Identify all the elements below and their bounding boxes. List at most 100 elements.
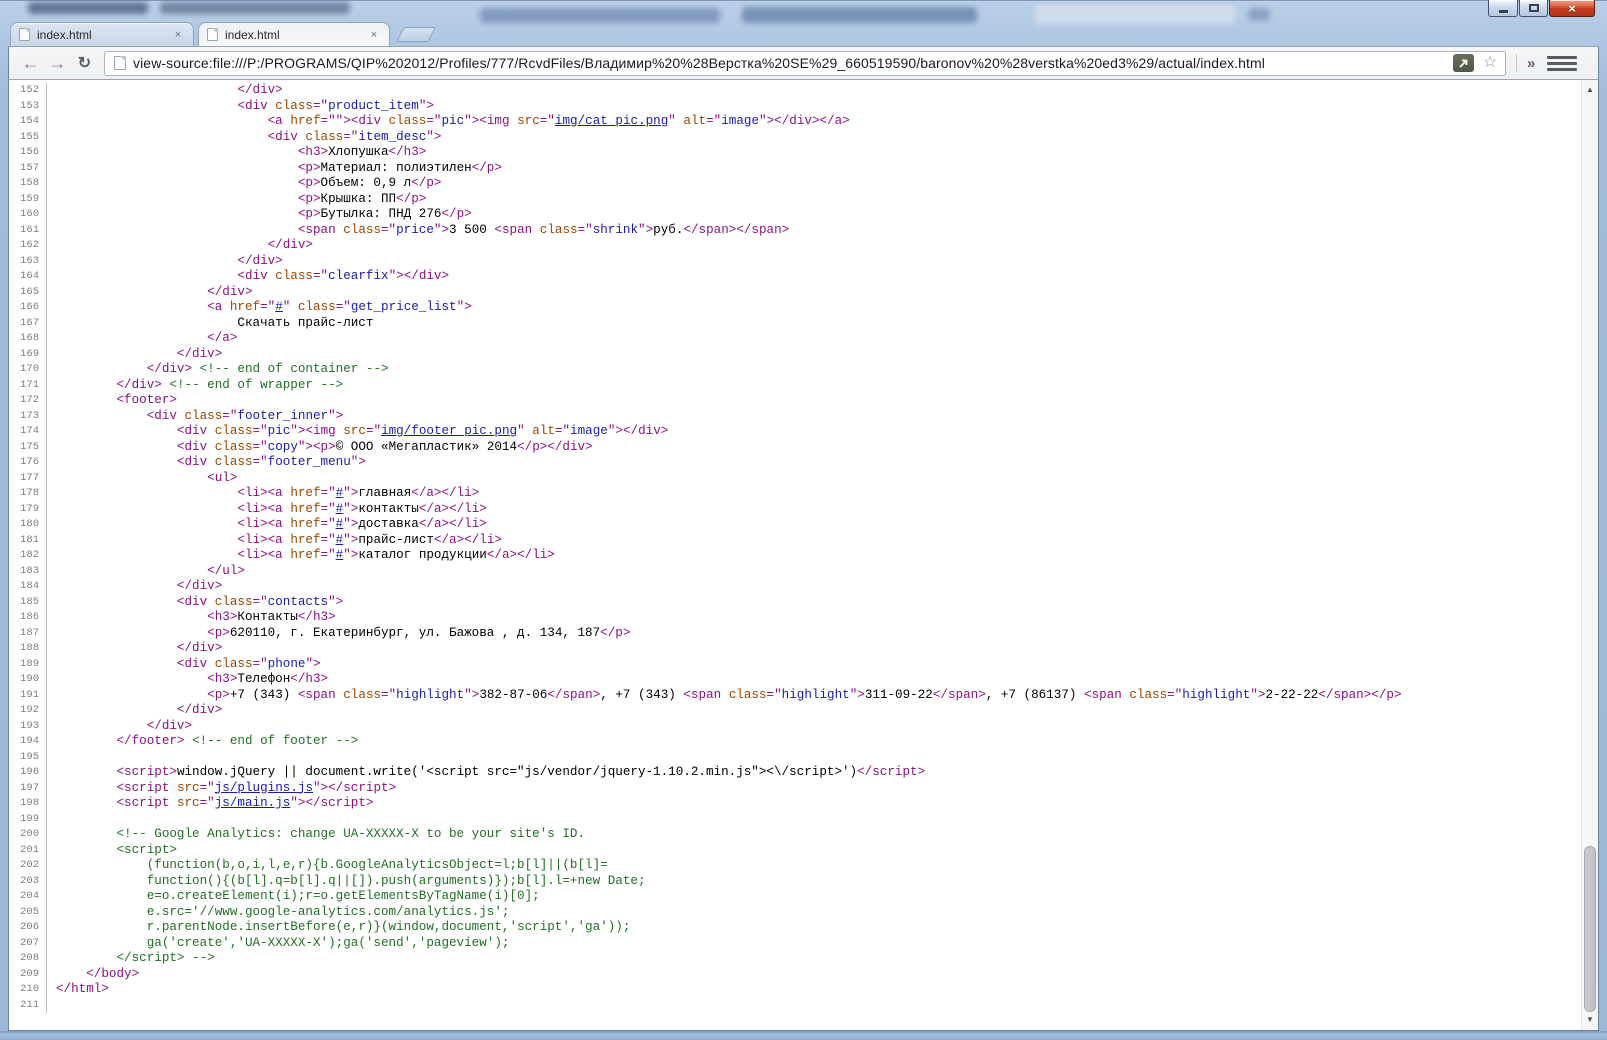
code-line: 172 <footer> [9,393,1581,409]
code-text: e.src='//www.google-analytics.com/analyt… [146,904,510,919]
tab-title: index.html [225,27,280,42]
code-text: <span class="price">3 500 <span class="s… [297,222,790,237]
code-text: <h3>Телефон</h3> [207,672,329,686]
code-line: 188 </div> [9,641,1581,657]
minimize-button[interactable] [1488,0,1518,17]
code-line: 200 <!-- Google Analytics: change UA-XXX… [9,827,1581,843]
code-line: 154 <a href=""><div class="pic"><img src… [9,114,1581,130]
code-line: 182 <li><a href="#">каталог продукции</a… [9,548,1581,564]
line-number: 177 [9,470,47,486]
line-number: 195 [9,749,47,765]
code-text: <a href="#" class="get_price_list"> [207,300,472,314]
code-text: <div class="contacts"> [176,594,344,609]
code-line: 206 r.parentNode.insertBefore(e,r)}(wind… [9,920,1581,936]
scroll-thumb[interactable] [1584,846,1596,1012]
tab-index-html-1[interactable]: index.html × [10,22,194,46]
page-favicon-icon [19,28,30,41]
maximize-button[interactable] [1519,0,1548,17]
line-number: 191 [9,687,47,703]
tab-index-html-2[interactable]: index.html × [198,22,390,46]
code-text: <!-- Google Analytics: change UA-XXXXX-X… [116,827,586,841]
line-number: 174 [9,424,47,440]
line-number: 193 [9,718,47,734]
code-line: 207 ga('create','UA-XXXXX-X');ga('send',… [9,935,1581,951]
code-line: 178 <li><a href="#">главная</a></li> [9,486,1581,502]
close-button[interactable]: × [1549,0,1595,17]
forward-button[interactable]: → [44,51,71,76]
reload-button[interactable]: ↻ [71,51,98,76]
back-button[interactable]: ← [17,51,44,76]
vertical-scrollbar[interactable]: ▲ ▼ [1581,80,1598,1030]
maximize-icon [1528,4,1539,12]
line-number: 180 [9,517,47,533]
background-window-blur [160,2,350,14]
code-line: 163 </div> [9,253,1581,269]
line-number: 172 [9,393,47,409]
code-text: e=o.createElement(i);r=o.getElementsByTa… [146,889,540,903]
tab-close-icon[interactable]: × [367,28,381,42]
code-text: <p>620110, г. Екатеринбург, ул. Бажова ,… [207,625,631,640]
code-text: </div> [176,641,223,655]
line-number: 178 [9,486,47,502]
code-text: <li><a href="#">прайс-лист</a></li> [237,532,502,547]
line-number: 163 [9,253,47,269]
code-line: 185 <div class="contacts"> [9,594,1581,610]
line-number: 184 [9,579,47,595]
code-line: 155 <div class="item_desc"> [9,129,1581,145]
code-line: 168 </a> [9,331,1581,347]
line-number: 197 [9,780,47,796]
line-number: 210 [9,982,47,998]
line-number: 161 [9,222,47,238]
overflow-button[interactable]: » [1523,55,1539,72]
code-text: <h3>Хлопушка</h3> [297,145,427,159]
line-number: 179 [9,501,47,517]
line-number: 158 [9,176,47,192]
code-text: <ul> [207,470,238,485]
code-line: 158 <p>Объем: 0,9 л</p> [9,176,1581,192]
code-text: </div> [176,703,223,717]
code-line: 186 <h3>Контакты</h3> [9,610,1581,626]
code-line: 173 <div class="footer_inner"> [9,408,1581,424]
code-line: 181 <li><a href="#">прайс-лист</a></li> [9,532,1581,548]
code-line: 193 </div> [9,718,1581,734]
code-line: 195 [9,749,1581,766]
code-text: <script> [116,842,177,857]
code-text: <footer> [116,393,177,407]
line-number: 192 [9,703,47,719]
window-controls: × [1488,0,1595,17]
external-arrow-icon [1459,59,1468,68]
page-action-button[interactable] [1453,54,1474,72]
code-text: <script src="js/plugins.js"></script> [116,780,397,795]
hamburger-icon [1547,61,1578,65]
line-number: 190 [9,672,47,688]
reload-icon: ↻ [77,55,92,72]
scroll-down-button[interactable]: ▼ [1582,1012,1598,1028]
tab-title: index.html [37,27,92,42]
address-bar[interactable]: view-source:file:///P:/PROGRAMS/QIP%2020… [104,50,1506,76]
browser-window: { "window": { "controls": { "minimize_gl… [0,0,1607,1040]
line-number: 189 [9,656,47,672]
bookmark-star-icon[interactable]: ☆ [1480,53,1500,73]
tab-close-icon[interactable]: × [171,28,185,42]
line-number: 205 [9,904,47,920]
menu-button[interactable] [1547,51,1578,75]
code-line: 194 </footer> <!-- end of footer --> [9,734,1581,750]
code-text: </div> [176,579,223,593]
code-line: 153 <div class="product_item"> [9,98,1581,114]
line-number: 170 [9,362,47,378]
window-bottom-frame [0,1031,1607,1040]
code-line: 179 <li><a href="#">контакты</a></li> [9,501,1581,517]
code-line: 164 <div class="clearfix"></div> [9,269,1581,285]
code-line: 175 <div class="copy"><p>© ООО «Мегаплас… [9,439,1581,455]
code-text: <div class="product_item"> [237,98,434,113]
code-text: </script> --> [116,951,215,965]
line-number: 183 [9,563,47,579]
code-line: 210 </html> [9,982,1581,998]
code-text: </div> [237,83,283,97]
close-icon: × [1568,0,1576,16]
code-line: 167 Скачать прайс-лист [9,315,1581,331]
scroll-up-button[interactable]: ▲ [1582,82,1598,98]
new-tab-button[interactable] [396,27,436,42]
